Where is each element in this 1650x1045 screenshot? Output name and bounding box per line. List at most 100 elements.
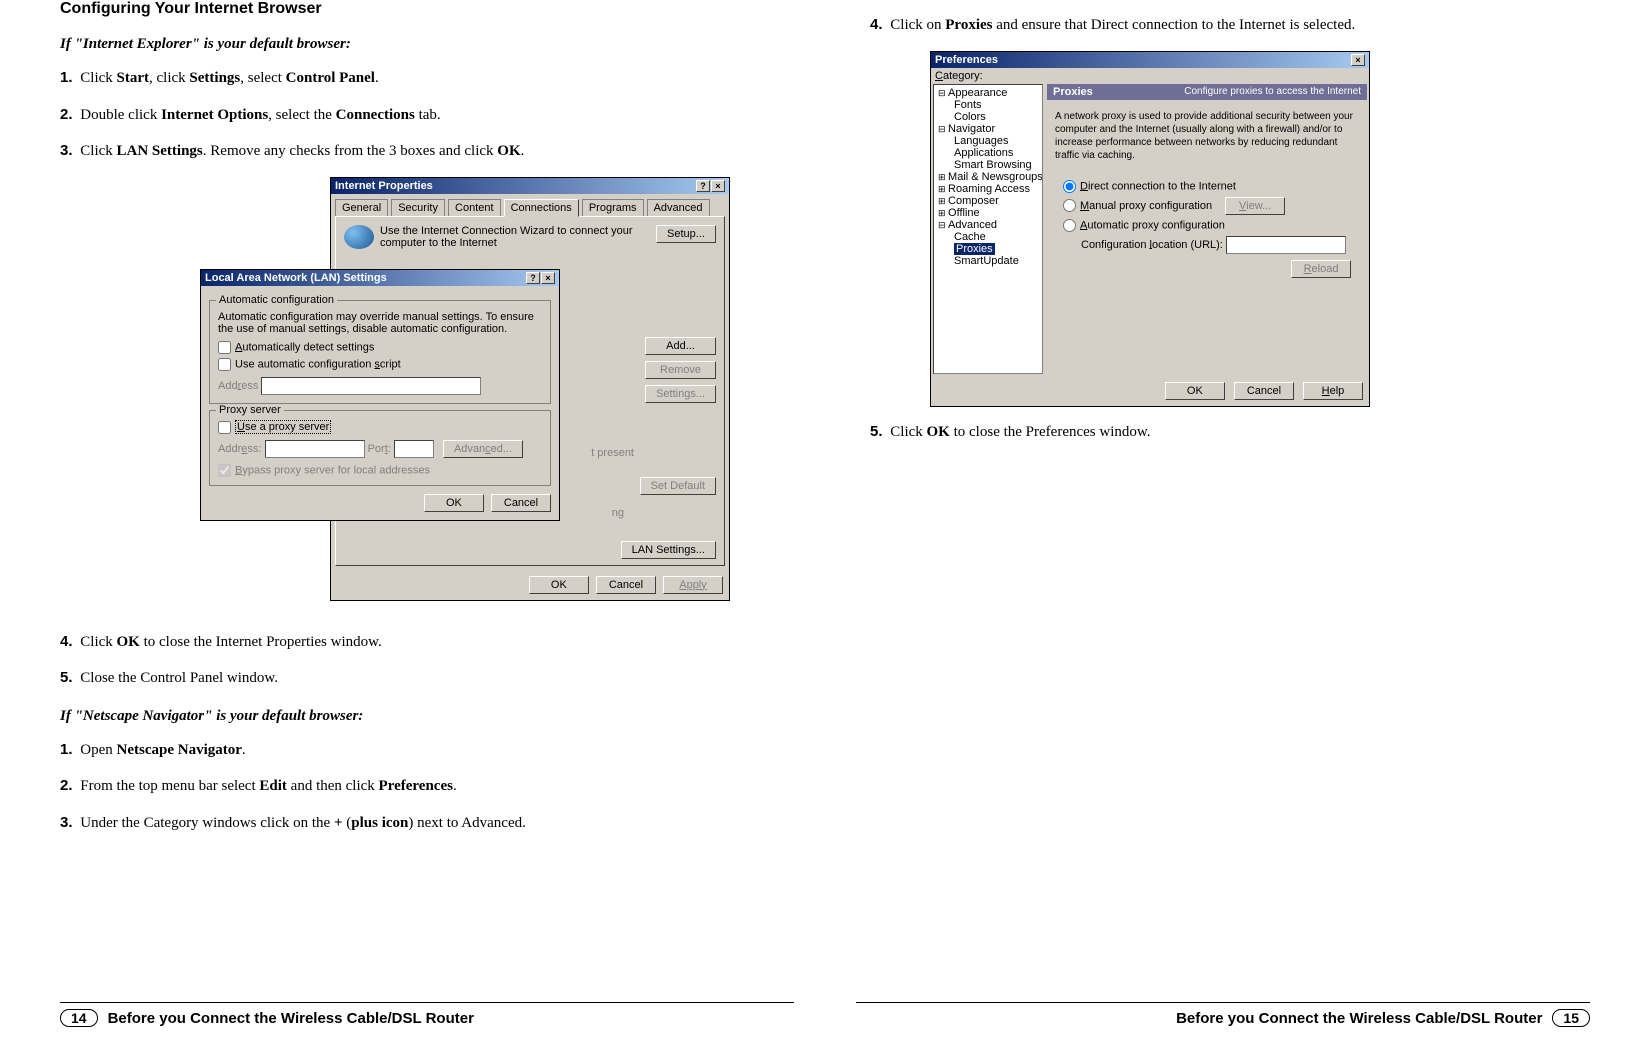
settings-button[interactable]: Settings... (645, 385, 716, 403)
tree-colors[interactable]: Colors (936, 111, 1040, 123)
ie-step-5: 5. Close the Control Panel window. (60, 667, 780, 690)
auto-proxy-radio[interactable] (1063, 219, 1076, 232)
tree-advanced[interactable]: Advanced (936, 219, 1040, 231)
text-fragment: ng (612, 507, 624, 519)
ok-button[interactable]: OK (1165, 382, 1225, 400)
text: to close the Internet Properties window. (140, 634, 382, 650)
proxy-port-input[interactable] (394, 440, 434, 458)
tree-smart-browsing[interactable]: Smart Browsing (936, 159, 1040, 171)
tab-advanced[interactable]: Advanced (647, 199, 710, 216)
close-icon[interactable]: × (541, 272, 555, 284)
dialog-title: Local Area Network (LAN) Settings (205, 272, 387, 284)
tab-content[interactable]: Content (448, 199, 501, 216)
tree-offline[interactable]: Offline (936, 207, 1040, 219)
text: Under the Category windows click on the (80, 815, 334, 831)
bold-text: Connections (336, 107, 415, 123)
bold-text: Proxies (945, 17, 992, 33)
help-icon[interactable]: ? (526, 272, 540, 284)
url-input[interactable] (1226, 236, 1346, 254)
auto-detect-checkbox[interactable] (218, 341, 231, 354)
bold-text: Preferences (379, 778, 453, 794)
text-fragment: t present (591, 447, 634, 459)
tab-general[interactable]: General (335, 199, 388, 216)
text: . (453, 778, 457, 794)
tab-security[interactable]: Security (391, 199, 445, 216)
text: Double click (80, 107, 161, 123)
address-input[interactable] (261, 377, 481, 395)
step-number: 3. (60, 814, 73, 831)
lan-settings-dialog: Local Area Network (LAN) Settings ?× Aut… (200, 269, 560, 521)
tree-applications[interactable]: Applications (936, 147, 1040, 159)
close-icon[interactable]: × (711, 180, 725, 192)
dialog-title: Internet Properties (335, 180, 433, 192)
checkbox-label: Use a proxy server (235, 420, 331, 434)
ns-step-3: 3. Under the Category windows click on t… (60, 812, 780, 835)
ok-button[interactable]: OK (529, 576, 589, 594)
titlebar: Internet Properties ?× (331, 178, 729, 194)
tree-cache[interactable]: Cache (936, 231, 1040, 243)
auto-script-checkbox[interactable] (218, 358, 231, 371)
use-proxy-checkbox[interactable] (218, 421, 231, 434)
tree-languages[interactable]: Languages (936, 135, 1040, 147)
bold-text: Settings (189, 70, 240, 86)
lan-settings-button[interactable]: LAN Settings... (621, 541, 716, 559)
address-label: Address (218, 379, 258, 391)
tree-fonts[interactable]: Fonts (936, 99, 1040, 111)
tab-connections[interactable]: Connections (504, 199, 579, 217)
pref-header-desc: Configure proxies to access the Internet (1184, 86, 1361, 98)
text: to close the Preferences window. (950, 424, 1151, 440)
bold-text: plus icon (351, 815, 408, 831)
step-number: 5. (60, 669, 73, 686)
checkbox-label: ypass proxy server for local addresses (242, 464, 430, 476)
category-tree[interactable]: Appearance Fonts Colors Navigator Langua… (933, 84, 1043, 374)
pref-header: Proxies Configure proxies to access the … (1047, 84, 1367, 100)
set-default-button[interactable]: Set Default (640, 477, 716, 495)
ok-button[interactable]: OK (424, 494, 484, 512)
manual-proxy-radio[interactable] (1063, 199, 1076, 212)
help-button[interactable]: Help (1303, 382, 1363, 400)
setup-button[interactable]: Setup... (656, 225, 716, 243)
step-number: 1. (60, 69, 73, 86)
bold-text: Netscape Navigator (117, 742, 242, 758)
direct-connection-radio[interactable] (1063, 180, 1076, 193)
group-title: Proxy server (216, 404, 284, 416)
step-number: 2. (60, 106, 73, 123)
globe-icon (344, 225, 374, 249)
bold-text: + (334, 815, 343, 831)
bold-text: Internet Options (161, 107, 268, 123)
proxy-group: Proxy server Use a proxy server Address:… (209, 410, 551, 486)
tree-roaming[interactable]: Roaming Access (936, 183, 1040, 195)
tree-proxies[interactable]: Proxies (936, 243, 1040, 255)
category-label: ategory: (943, 70, 983, 82)
ns-subheading: If "Netscape Navigator" is your default … (60, 708, 780, 725)
ie-subheading: If "Internet Explorer" is your default b… (60, 36, 780, 53)
apply-button[interactable]: Apply (679, 579, 707, 591)
page-number-left: 14 (60, 1009, 98, 1027)
view-button[interactable]: View... (1225, 197, 1285, 215)
tree-composer[interactable]: Composer (936, 195, 1040, 207)
cancel-button[interactable]: Cancel (596, 576, 656, 594)
preferences-dialog: Preferences × Category: Appearance Fonts… (930, 51, 1370, 407)
radio-label: utomatic proxy configuration (1087, 219, 1225, 231)
ie-step-2: 2. Double click Internet Options, select… (60, 104, 780, 127)
group-description: Automatic configuration may override man… (218, 311, 542, 335)
help-icon[interactable]: ? (696, 180, 710, 192)
proxy-address-label: Address: (218, 443, 261, 455)
reload-button[interactable]: Reload (1291, 260, 1351, 278)
tree-smartupdate[interactable]: SmartUpdate (936, 255, 1040, 267)
ie-step-4: 4. Click OK to close the Internet Proper… (60, 631, 780, 654)
text: Close the Control Panel window. (80, 670, 278, 686)
add-button[interactable]: Add... (645, 337, 716, 355)
tree-navigator[interactable]: Navigator (936, 123, 1040, 135)
footer-right: Before you Connect the Wireless Cable/DS… (856, 1002, 1590, 1027)
advanced-button[interactable]: Advanced... (443, 440, 523, 458)
cancel-button[interactable]: Cancel (491, 494, 551, 512)
cancel-button[interactable]: Cancel (1234, 382, 1294, 400)
proxy-address-input[interactable] (265, 440, 365, 458)
close-icon[interactable]: × (1351, 54, 1365, 66)
remove-button[interactable]: Remove (645, 361, 716, 379)
tree-mail[interactable]: Mail & Newsgroups (936, 171, 1040, 183)
pref-header-title: Proxies (1053, 86, 1093, 98)
tree-appearance[interactable]: Appearance (936, 87, 1040, 99)
tab-programs[interactable]: Programs (582, 199, 644, 216)
